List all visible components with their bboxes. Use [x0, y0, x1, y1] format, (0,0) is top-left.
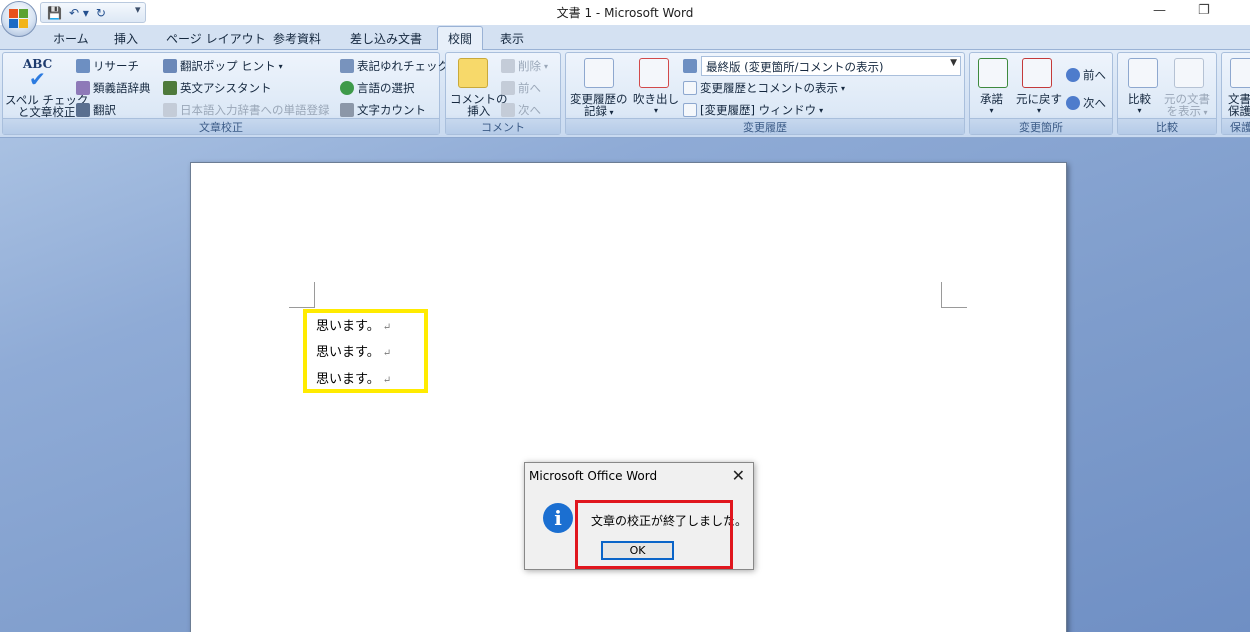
dictionary-icon — [163, 103, 177, 117]
reject-button[interactable]: 元に戻す ▾ — [1016, 93, 1062, 117]
balloons-button[interactable]: 吹き出し ▾ — [633, 93, 679, 117]
tab-home[interactable]: ホーム — [53, 30, 89, 47]
protect-document-icon — [1230, 58, 1250, 88]
office-button[interactable] — [1, 1, 37, 37]
prev-change-button[interactable]: 前へ — [1066, 67, 1106, 83]
ribbon: ABC ✔ スペル チェック と文章校正 リサーチ 類義語辞典 翻訳 翻訳ポップ… — [0, 50, 1250, 138]
red-highlight-box — [575, 500, 733, 569]
insert-comment-button[interactable]: コメントの 挿入 — [450, 93, 508, 117]
close-icon[interactable]: ✕ — [732, 466, 745, 485]
prev-comment-button[interactable]: 前へ — [501, 80, 541, 96]
spell-check-icon: ABC ✔ — [23, 57, 53, 91]
group-comments: コメントの 挿入 削除 ▾ 前へ 次へ コメント — [445, 52, 561, 135]
window-title: 文書 1 - Microsoft Word — [556, 6, 694, 20]
thesaurus-button[interactable]: 類義語辞典 — [76, 80, 151, 96]
next-comment-button[interactable]: 次へ — [501, 102, 541, 118]
minimize-button[interactable]: — — [1153, 3, 1166, 18]
variant-check-icon — [340, 59, 354, 73]
tab-review[interactable]: 校閲 — [437, 26, 484, 51]
tab-page-layout[interactable]: ページ レイアウト — [166, 30, 266, 47]
group-label-changes: 変更箇所 — [970, 118, 1112, 134]
group-label-compare: 比較 — [1118, 118, 1216, 134]
next-change-icon — [1066, 96, 1080, 110]
translation-tip-button[interactable]: 翻訳ポップ ヒント ▾ — [163, 58, 283, 74]
accept-icon — [978, 58, 1008, 88]
yellow-highlight-box — [303, 309, 428, 393]
show-markup-button[interactable]: 変更履歴とコメントの表示 ▾ — [683, 80, 845, 96]
delete-comment-button[interactable]: 削除 ▾ — [501, 58, 548, 74]
group-protect: 文書 保護 保護 — [1221, 52, 1250, 135]
delete-comment-icon — [501, 59, 515, 73]
translate-button[interactable]: 翻訳 — [76, 102, 116, 118]
word-count-button[interactable]: 文字カウント — [340, 102, 426, 118]
translate-icon — [76, 103, 90, 117]
ribbon-tabs: ホーム 挿入 ページ レイアウト 参考資料 差し込み文書 校閲 表示 — [0, 25, 1250, 51]
group-changes: 承諾 ▾ 元に戻す ▾ 前へ 次へ 変更箇所 — [969, 52, 1113, 135]
reject-icon — [1022, 58, 1052, 88]
markup-display-select[interactable]: 最終版 (変更箇所/コメントの表示) ▼ — [701, 56, 961, 76]
info-icon: i — [543, 503, 573, 533]
reviewing-pane-icon — [683, 103, 697, 117]
group-proofing: ABC ✔ スペル チェック と文章校正 リサーチ 類義語辞典 翻訳 翻訳ポップ… — [2, 52, 449, 135]
compare-icon — [1128, 58, 1158, 88]
restore-button[interactable]: ❐ — [1198, 3, 1210, 18]
tab-insert[interactable]: 挿入 — [114, 30, 138, 47]
next-change-button[interactable]: 次へ — [1066, 95, 1106, 111]
show-source-button[interactable]: 元の文書 を表示 ▾ — [1164, 93, 1210, 119]
ime-dictionary-button[interactable]: 日本語入力辞書への単語登録 — [163, 102, 330, 118]
english-assistant-icon — [163, 81, 177, 95]
word-count-icon — [340, 103, 354, 117]
new-comment-icon — [458, 58, 488, 88]
english-assistant-button[interactable]: 英文アシスタント — [163, 80, 272, 96]
crop-mark-right — [941, 282, 967, 308]
group-label-proofing: 文章校正 — [3, 118, 439, 134]
prev-change-icon — [1066, 68, 1080, 82]
group-compare: 比較 ▾ 元の文書 を表示 ▾ 比較 — [1117, 52, 1217, 135]
track-changes-icon — [584, 58, 614, 88]
compare-button[interactable]: 比較 ▾ — [1128, 93, 1151, 117]
group-tracking: 変更履歴の 記録 ▾ 吹き出し ▾ 最終版 (変更箇所/コメントの表示) ▼ 変… — [565, 52, 965, 135]
research-icon — [76, 59, 90, 73]
show-markup-icon — [683, 81, 697, 95]
dialog-title: Microsoft Office Word — [529, 469, 658, 483]
group-label-protect: 保護 — [1222, 118, 1250, 134]
display-review-icon — [683, 59, 697, 73]
variant-check-button[interactable]: 表記ゆれチェック — [340, 58, 449, 74]
office-logo-icon — [9, 9, 29, 29]
group-label-comments: コメント — [446, 118, 560, 134]
protect-document-button[interactable]: 文書 保護 — [1228, 93, 1250, 117]
next-comment-icon — [501, 103, 515, 117]
title-bar: 💾 ↶ ▾ ↻ ▾ 文書 1 - Microsoft Word — ❐ — [0, 0, 1250, 25]
crop-mark-left — [289, 282, 315, 308]
balloons-icon — [639, 58, 669, 88]
tab-mailings[interactable]: 差し込み文書 — [350, 30, 422, 47]
tab-view[interactable]: 表示 — [500, 30, 524, 47]
group-label-tracking: 変更履歴 — [566, 118, 964, 134]
research-button[interactable]: リサーチ — [76, 58, 139, 74]
globe-icon — [340, 81, 354, 95]
language-select-button[interactable]: 言語の選択 — [340, 80, 415, 96]
track-changes-button[interactable]: 変更履歴の 記録 ▾ — [570, 93, 628, 119]
show-source-icon — [1174, 58, 1204, 88]
prev-comment-icon — [501, 81, 515, 95]
accept-button[interactable]: 承諾 ▾ — [980, 93, 1003, 117]
chevron-down-icon: ▼ — [950, 58, 957, 68]
thesaurus-icon — [76, 81, 90, 95]
tab-references[interactable]: 参考資料 — [273, 30, 321, 47]
reviewing-pane-button[interactable]: [変更履歴] ウィンドウ ▾ — [683, 102, 823, 118]
translation-tip-icon — [163, 59, 177, 73]
